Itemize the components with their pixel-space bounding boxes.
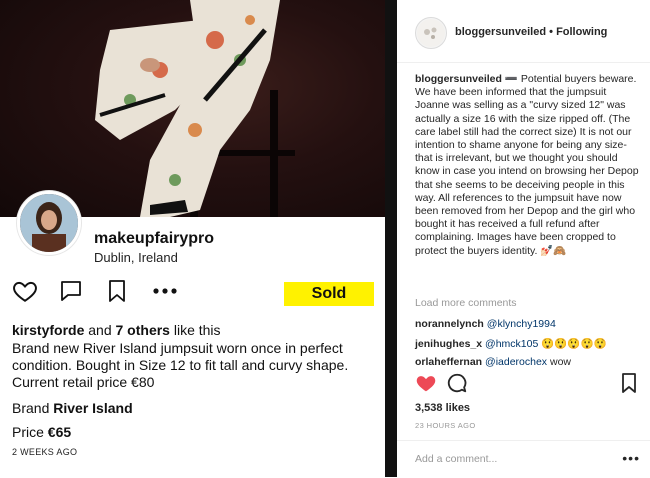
sold-badge: Sold [284, 282, 374, 306]
account-header-line: bloggersunveiled • Following [455, 26, 607, 38]
comment-icon[interactable] [59, 278, 83, 309]
brand-value: River Island [53, 400, 133, 416]
comment-icon[interactable] [446, 372, 468, 399]
price-value: €65 [47, 424, 72, 440]
seller-location: Dublin, Ireland [94, 250, 178, 265]
account-username[interactable]: bloggersunveiled [455, 26, 546, 38]
caption-text: ➖ Potential buyers beware. We have been … [415, 73, 639, 257]
bookmark-icon[interactable] [106, 278, 128, 309]
seller-username[interactable]: makeupfairypro [94, 230, 214, 248]
seller-avatar[interactable] [17, 191, 81, 255]
account-avatar-image [417, 19, 445, 47]
heart-icon[interactable] [12, 278, 38, 309]
liker-username[interactable]: kirstyforde [12, 322, 84, 338]
comment-item: norannelynch @klynchy1994 [415, 318, 645, 330]
brand-label: Brand [12, 400, 50, 416]
likes-summary: kirstyforde and 7 others like this [12, 322, 382, 338]
likes-others[interactable]: 7 others [116, 322, 170, 338]
comment-mention[interactable]: @klynchy1994 [487, 318, 556, 330]
seller-photo [20, 194, 78, 252]
post-image[interactable]: makeupfairypro Dublin, Ireland Sold kirs… [0, 0, 385, 477]
product-photo [0, 0, 385, 217]
more-icon[interactable] [152, 284, 178, 302]
comment-item: orlaheffernan @iaderochex wow [415, 356, 645, 368]
post-action-bar [415, 372, 645, 396]
comment-text: wow [549, 356, 571, 368]
comment-text: 😲😲😲😲😲 [541, 338, 607, 350]
add-comment-input[interactable]: Add a comment... [415, 453, 497, 465]
image-divider [385, 0, 397, 477]
jumpsuit-photo-illustration [95, 0, 295, 217]
item-description: Brand new River Island jumpsuit worn onc… [12, 340, 349, 390]
account-avatar[interactable] [415, 17, 447, 49]
likes-connector: and [88, 322, 112, 338]
likes-suffix: like this [173, 322, 221, 338]
header-separator: • [549, 26, 553, 38]
comment-username[interactable]: norannelynch [415, 318, 484, 330]
more-options-icon[interactable]: ••• [622, 450, 640, 466]
comment-username[interactable]: orlaheffernan [415, 356, 482, 368]
comment-mention[interactable]: @hmck105 [485, 338, 538, 350]
price-label: Price [12, 424, 44, 440]
comment-username[interactable]: jenihughes_x [415, 338, 482, 350]
load-more-comments[interactable]: Load more comments [415, 297, 517, 309]
add-comment-bar: Add a comment... ••• [397, 440, 650, 478]
like-count[interactable]: 3,538 likes [415, 402, 470, 414]
caption-username[interactable]: bloggersunveiled [415, 73, 502, 85]
comment-item: jenihughes_x @hmck105 😲😲😲😲😲 [415, 337, 645, 350]
post-caption: bloggersunveiled ➖ Potential buyers bewa… [415, 73, 641, 258]
post-sidebar: bloggersunveiled • Following bloggersunv… [397, 0, 650, 477]
save-bookmark-icon[interactable] [621, 373, 637, 398]
item-price: Price €65 [12, 424, 71, 440]
following-button[interactable]: Following [556, 26, 607, 38]
post-header: bloggersunveiled • Following [397, 0, 650, 63]
instagram-post: makeupfairypro Dublin, Ireland Sold kirs… [0, 0, 650, 477]
comment-mention[interactable]: @iaderochex [485, 356, 547, 368]
post-timestamp: 23 HOURS AGO [415, 421, 476, 430]
item-brand: Brand River Island [12, 400, 133, 416]
liked-heart-icon[interactable] [415, 372, 437, 399]
posted-time: 2 WEEKS AGO [12, 447, 78, 457]
